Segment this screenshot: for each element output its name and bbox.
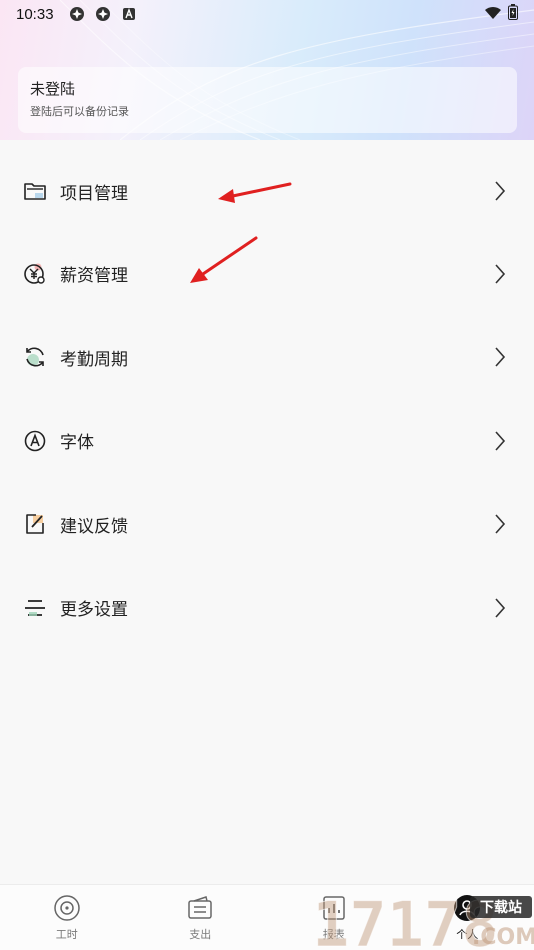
wallet-icon	[186, 894, 214, 922]
tab-label: 工时	[55, 927, 78, 941]
chevron-right-icon	[494, 180, 506, 202]
tab-personal[interactable]: 个人	[401, 885, 534, 950]
tab-report[interactable]: 报表	[267, 885, 401, 950]
menu-item-more-settings[interactable]: 更多设置	[0, 566, 534, 650]
bottom-tab-bar: 工时 支出 报表 个人	[0, 884, 534, 950]
tab-label: 报表	[322, 927, 345, 941]
tab-label: 支出	[189, 927, 212, 941]
chevron-right-icon	[494, 263, 506, 285]
menu-item-feedback[interactable]: 建议反馈	[0, 483, 534, 567]
login-card[interactable]: 未登陆 登陆后可以备份记录	[18, 67, 517, 133]
battery-icon	[508, 4, 518, 24]
login-title: 未登陆	[30, 80, 76, 98]
cycle-icon	[22, 344, 48, 370]
settings-icon	[22, 595, 48, 621]
menu-item-label: 字体	[60, 433, 94, 454]
app-notification-icon	[94, 5, 112, 23]
person-icon	[453, 894, 481, 922]
report-icon	[320, 894, 348, 922]
clock-icon	[53, 894, 81, 922]
chevron-right-icon	[494, 430, 506, 452]
tab-expense[interactable]: 支出	[134, 885, 268, 950]
menu-item-label: 建议反馈	[60, 516, 128, 537]
font-icon	[22, 428, 48, 454]
a-badge-icon	[120, 5, 138, 23]
login-subtitle: 登陆后可以备份记录	[30, 105, 129, 118]
chevron-right-icon	[494, 346, 506, 368]
salary-icon	[22, 261, 48, 287]
status-time: 10:33	[16, 5, 54, 23]
menu-item-attendance[interactable]: 考勤周期	[0, 316, 534, 400]
menu-item-font[interactable]: 字体	[0, 399, 534, 483]
menu-item-label: 考勤周期	[60, 349, 128, 370]
tab-worktime[interactable]: 工时	[0, 885, 134, 950]
menu-item-label: 更多设置	[60, 600, 128, 621]
menu-item-label: 薪资管理	[60, 266, 128, 287]
menu-item-label: 项目管理	[60, 183, 128, 204]
app-notification-icon	[68, 5, 86, 23]
chevron-right-icon	[494, 597, 506, 619]
menu-item-project[interactable]: 项目管理	[0, 150, 534, 232]
settings-menu: 项目管理 薪资管理 考勤周期 字体 建议反馈 更多设置	[0, 150, 534, 650]
status-bar: 10:33	[0, 0, 534, 28]
feedback-icon	[22, 511, 48, 537]
folder-icon	[22, 178, 48, 204]
menu-item-salary[interactable]: 薪资管理	[0, 232, 534, 316]
wifi-icon	[484, 5, 502, 24]
chevron-right-icon	[494, 513, 506, 535]
tab-label: 个人	[456, 927, 479, 941]
